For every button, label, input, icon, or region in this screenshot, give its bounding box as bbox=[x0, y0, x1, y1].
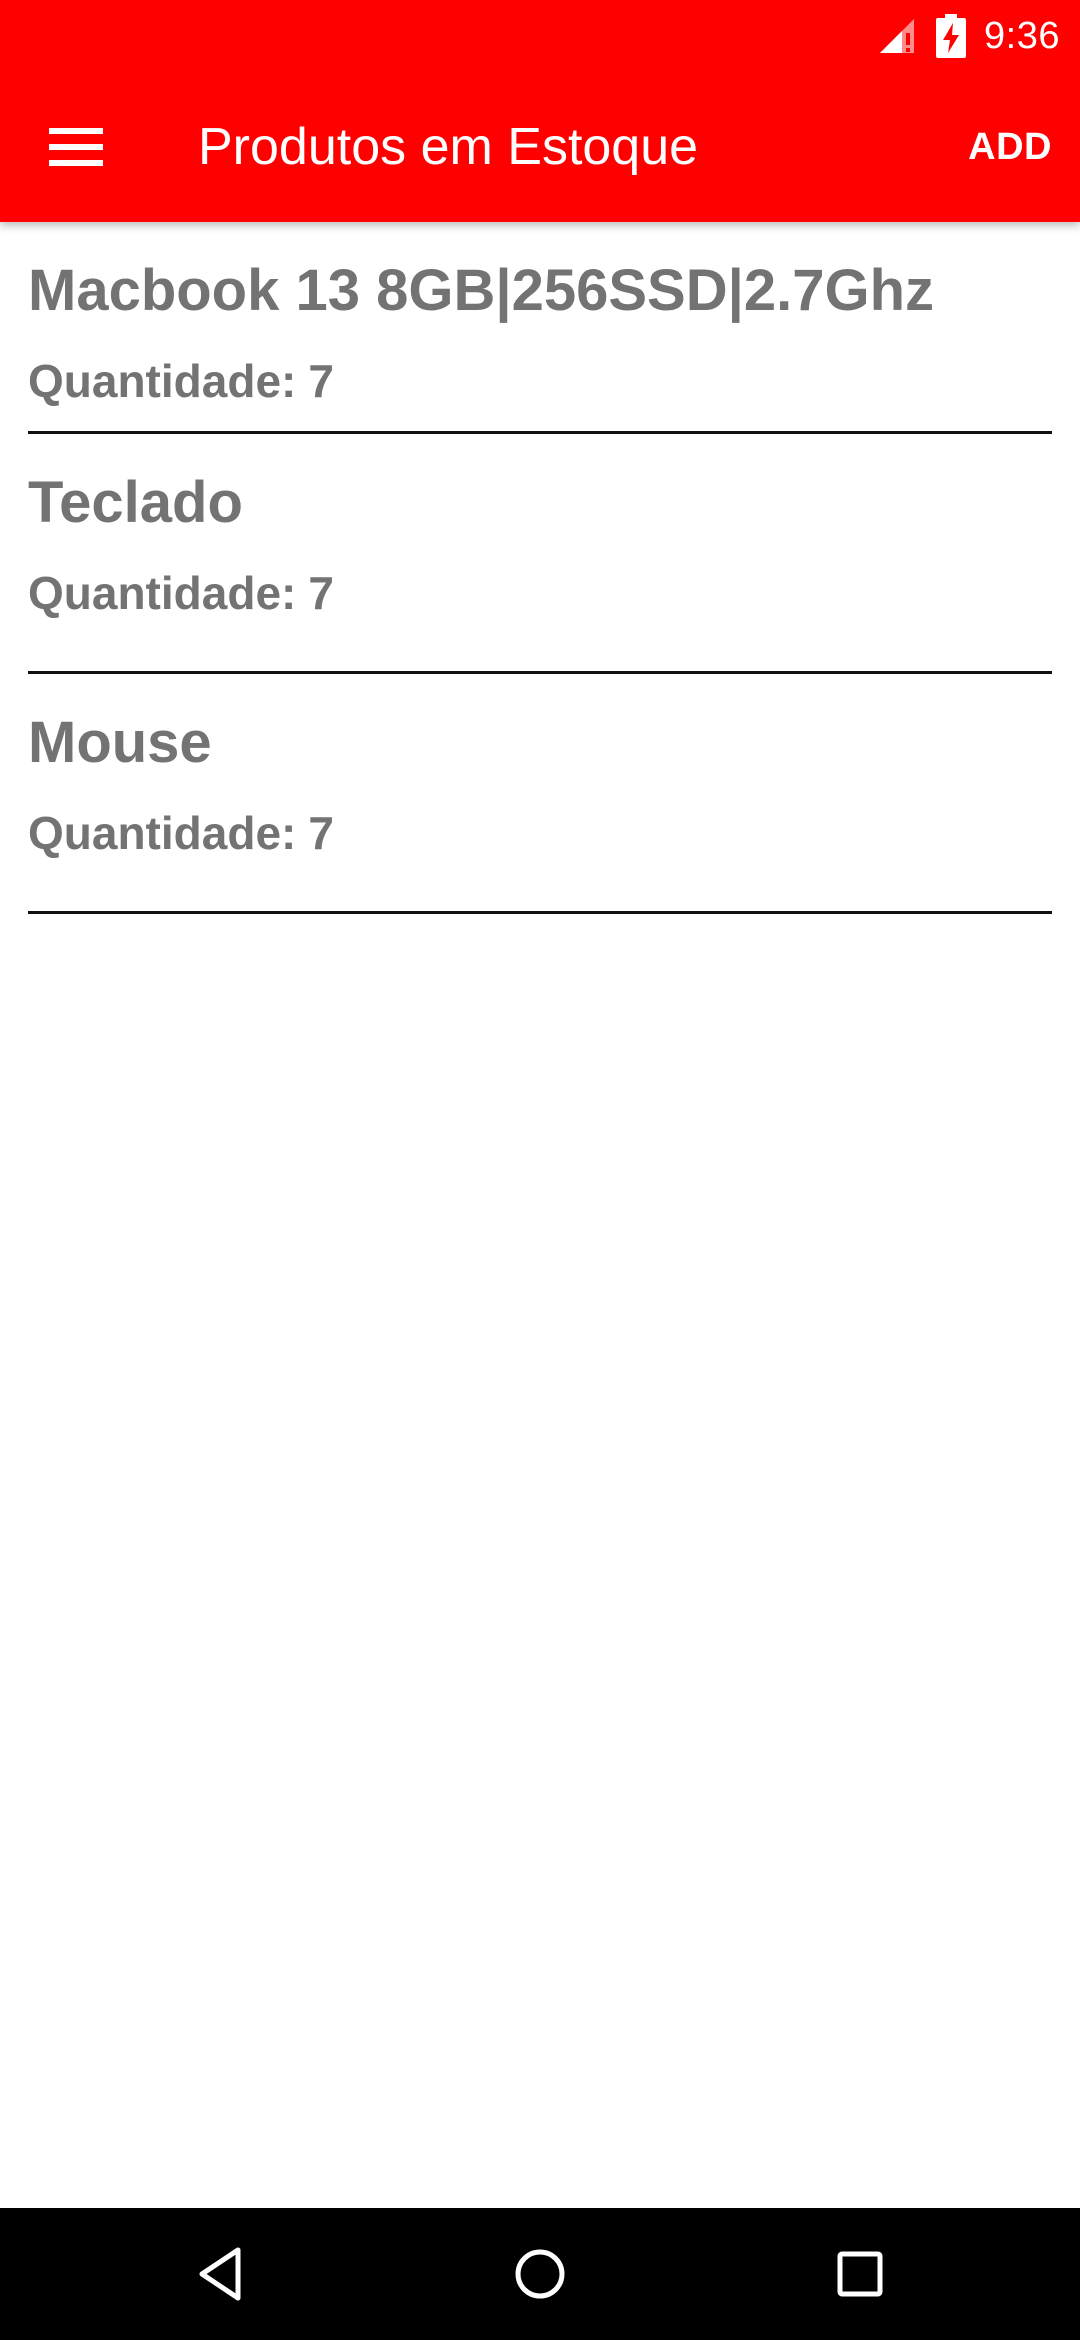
add-button[interactable]: ADD bbox=[968, 120, 1052, 174]
product-list: Macbook 13 8GB|256SSD|2.7Ghz Quantidade:… bbox=[0, 222, 1080, 914]
page-title: Produtos em Estoque bbox=[198, 118, 699, 176]
product-quantity: Quantidade: 7 bbox=[28, 566, 334, 620]
status-bar: 9:36 bbox=[0, 0, 1080, 72]
battery-charging-icon bbox=[936, 14, 967, 58]
quantity-label: Quantidade: bbox=[28, 355, 297, 407]
product-quantity: Quantidade: 7 bbox=[28, 806, 334, 860]
product-name: Teclado bbox=[28, 470, 243, 535]
menu-line bbox=[49, 144, 103, 150]
list-item[interactable]: Mouse Quantidade: 7 bbox=[28, 674, 1052, 914]
menu-line bbox=[49, 128, 103, 134]
quantity-value: 7 bbox=[308, 807, 334, 859]
list-item[interactable]: Teclado Quantidade: 7 bbox=[28, 434, 1052, 674]
quantity-value: 7 bbox=[308, 355, 334, 407]
navigation-bar bbox=[0, 2208, 1080, 2340]
menu-line bbox=[49, 160, 103, 166]
product-name: Macbook 13 8GB|256SSD|2.7Ghz bbox=[28, 258, 935, 323]
quantity-value: 7 bbox=[308, 567, 334, 619]
status-icons: 9:36 bbox=[878, 8, 1060, 64]
signal-icon bbox=[880, 19, 915, 53]
toolbar: Produtos em Estoque ADD bbox=[0, 72, 1080, 222]
status-time: 9:36 bbox=[984, 14, 1060, 57]
home-icon[interactable] bbox=[510, 2244, 570, 2304]
app-bar: 9:36 Produtos em Estoque ADD bbox=[0, 0, 1080, 222]
product-quantity: Quantidade: 7 bbox=[28, 354, 334, 408]
back-icon[interactable] bbox=[192, 2244, 252, 2304]
hamburger-menu-icon[interactable] bbox=[36, 113, 116, 181]
quantity-label: Quantidade: bbox=[28, 567, 297, 619]
quantity-label: Quantidade: bbox=[28, 807, 297, 859]
list-item[interactable]: Macbook 13 8GB|256SSD|2.7Ghz Quantidade:… bbox=[28, 222, 1052, 434]
recents-icon[interactable] bbox=[830, 2244, 890, 2304]
divider bbox=[28, 911, 1052, 914]
product-name: Mouse bbox=[28, 710, 212, 775]
